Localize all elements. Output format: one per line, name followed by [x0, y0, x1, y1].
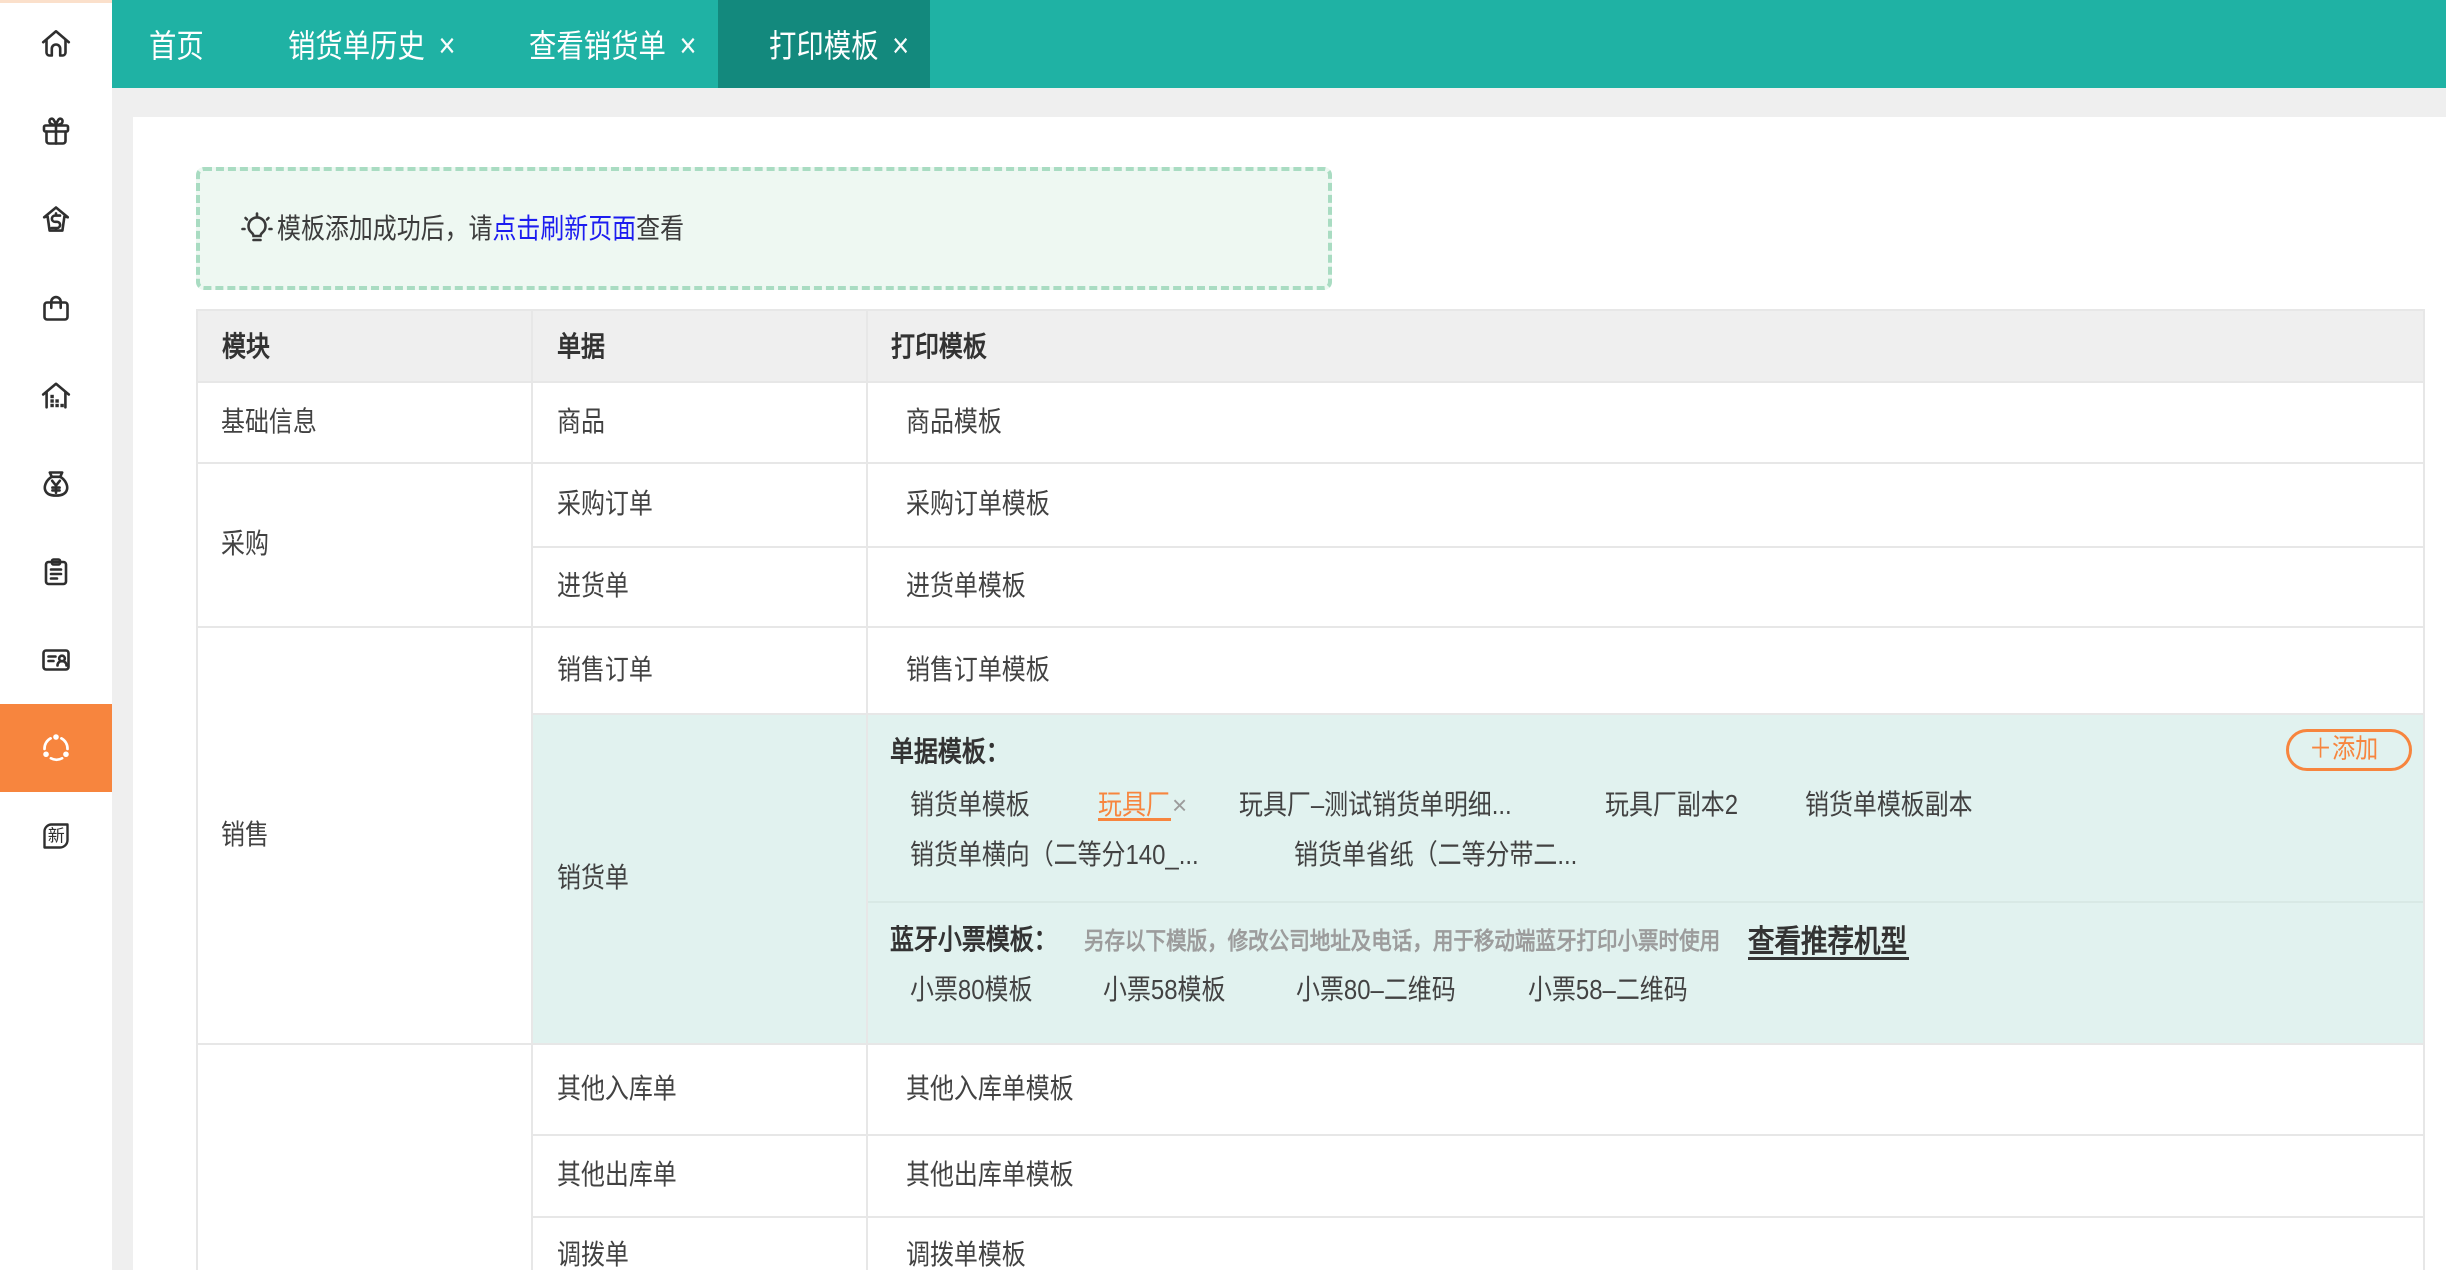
svg-text:新: 新 — [48, 827, 65, 846]
